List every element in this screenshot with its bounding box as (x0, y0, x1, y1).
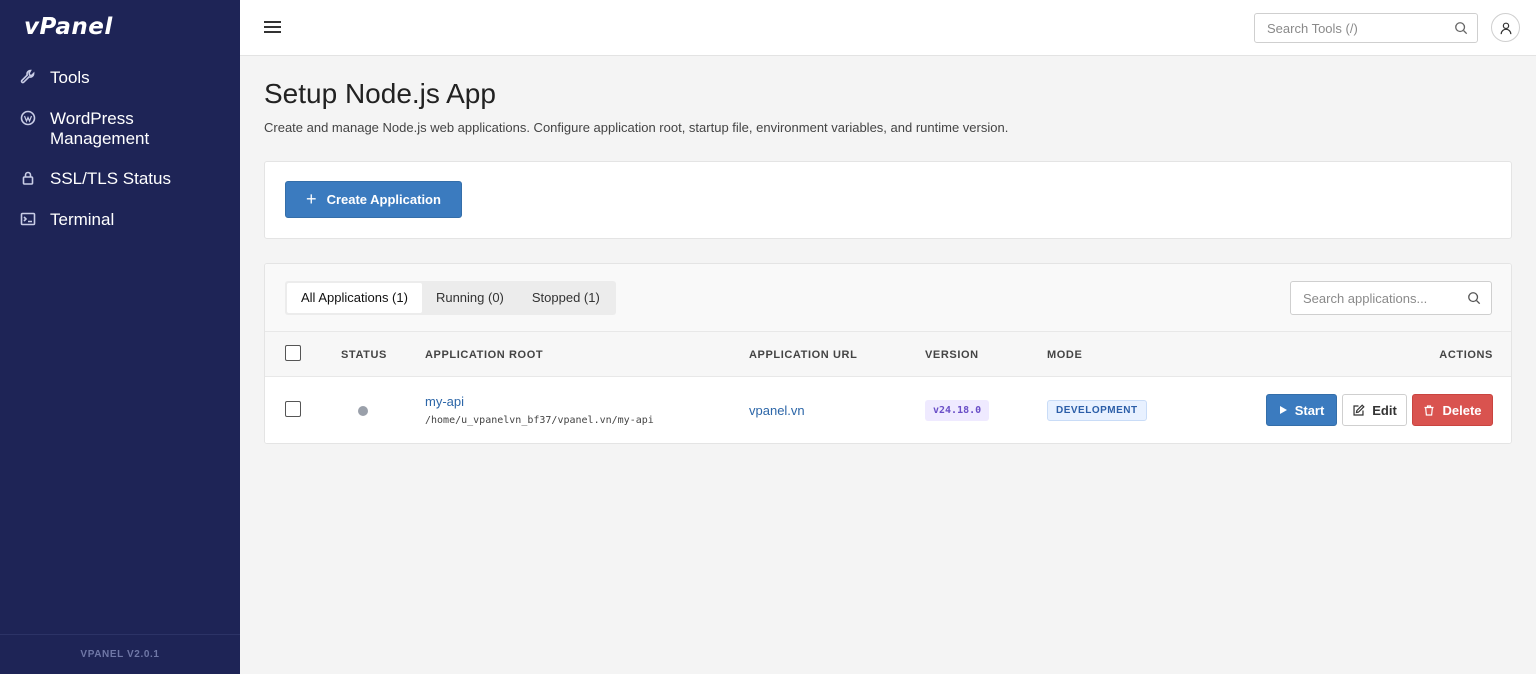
user-avatar[interactable] (1491, 13, 1520, 42)
application-search (1290, 281, 1492, 315)
create-card: + Create Application (264, 161, 1512, 239)
trash-icon (1423, 404, 1435, 417)
status-tabs: All Applications (1) Running (0) Stopped… (285, 281, 616, 315)
mode-badge: DEVELOPMENT (1047, 400, 1147, 421)
terminal-icon (20, 211, 40, 231)
tool-search (1254, 13, 1478, 43)
wordpress-icon (20, 110, 40, 130)
application-root-path: /home/u_vpanelvn_bf37/vpanel.vn/my-api (425, 415, 654, 426)
page-subtitle: Create and manage Node.js web applicatio… (264, 120, 1009, 135)
edit-button[interactable]: Edit (1342, 394, 1407, 426)
sidebar-item-label: SSL/TLS Status (50, 169, 171, 188)
wrench-icon (20, 69, 40, 89)
sidebar-item-terminal[interactable]: Terminal (0, 204, 240, 237)
column-actions: ACTIONS (1439, 349, 1493, 361)
select-all-checkbox[interactable] (285, 345, 301, 361)
applications-toolbar: All Applications (1) Running (0) Stopped… (265, 264, 1511, 332)
tab-stopped[interactable]: Stopped (1) (518, 283, 614, 313)
lock-icon (20, 170, 40, 190)
version-badge: v24.18.0 (925, 400, 990, 421)
app-logo[interactable]: vPanel (24, 14, 113, 40)
sidebar: vPanel Tools WordPress Management SSL/TL… (0, 0, 240, 674)
application-url-link[interactable]: vpanel.vn (749, 403, 805, 418)
tab-all-applications[interactable]: All Applications (1) (287, 283, 422, 313)
create-application-button[interactable]: + Create Application (285, 181, 462, 218)
sidebar-item-tools[interactable]: Tools (0, 62, 240, 95)
application-name-link[interactable]: my-api (425, 394, 464, 409)
sidebar-nav: Tools WordPress Management SSL/TLS Statu… (0, 62, 240, 245)
sidebar-item-label: WordPress Management (50, 109, 150, 148)
column-application-url: APPLICATION URL (749, 349, 858, 361)
edit-label: Edit (1372, 402, 1397, 418)
page-title: Setup Node.js App (264, 78, 496, 109)
row-checkbox[interactable] (285, 401, 301, 417)
search-icon[interactable] (1454, 21, 1468, 35)
status-indicator (358, 406, 368, 416)
sidebar-item-label: Terminal (50, 210, 115, 229)
start-label: Start (1294, 402, 1325, 418)
topbar (240, 0, 1536, 56)
edit-icon (1352, 403, 1365, 417)
sidebar-item-label: Tools (50, 68, 90, 87)
column-mode: MODE (1047, 349, 1083, 361)
tool-search-input[interactable] (1255, 14, 1435, 42)
sidebar-item-ssl-tls[interactable]: SSL/TLS Status (0, 163, 240, 196)
sidebar-item-wordpress[interactable]: WordPress Management (0, 103, 240, 155)
delete-label: Delete (1442, 402, 1482, 418)
applications-card: All Applications (1) Running (0) Stopped… (264, 263, 1512, 444)
application-search-input[interactable] (1291, 282, 1461, 314)
tab-running[interactable]: Running (0) (422, 283, 518, 313)
delete-button[interactable]: Delete (1412, 394, 1493, 426)
play-icon (1279, 405, 1288, 415)
table-header: STATUS APPLICATION ROOT APPLICATION URL … (265, 332, 1511, 377)
user-icon (1500, 22, 1511, 34)
create-application-label: Create Application (326, 192, 441, 207)
version-footer: VPANEL V2.0.1 (0, 634, 240, 674)
column-status: STATUS (341, 349, 387, 361)
start-button[interactable]: Start (1266, 394, 1337, 426)
column-version: VERSION (925, 349, 979, 361)
plus-icon: + (306, 189, 317, 209)
search-icon[interactable] (1467, 291, 1481, 305)
table-row: my-api /home/u_vpanelvn_bf37/vpanel.vn/m… (265, 377, 1511, 443)
hamburger-menu-icon[interactable] (264, 18, 284, 38)
column-application-root: APPLICATION ROOT (425, 349, 544, 361)
